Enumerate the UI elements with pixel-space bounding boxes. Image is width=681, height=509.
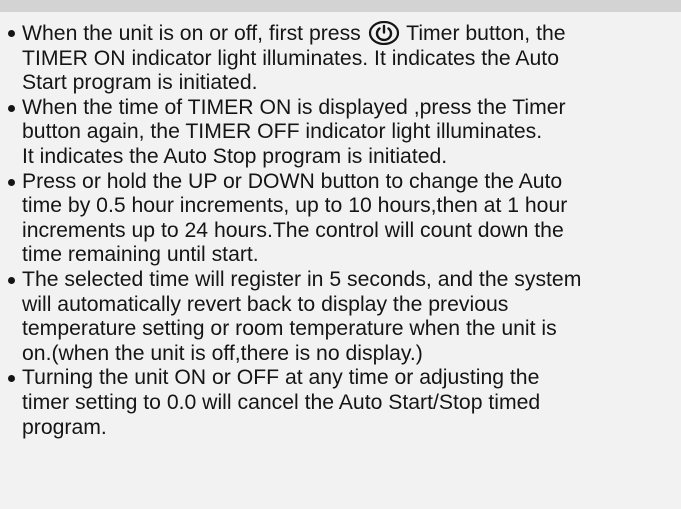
bullet-icon xyxy=(8,178,15,186)
instruction-line: increments up to 24 hours.The control wi… xyxy=(22,218,564,242)
instruction-list: When the unit is on or off, first press … xyxy=(8,21,678,440)
instruction-line: TIMER ON indicator light illuminates. It… xyxy=(22,46,559,70)
instruction-line: The selected time will register in 5 sec… xyxy=(22,267,582,291)
instruction-line: time remaining until start. xyxy=(22,243,259,267)
top-divider-bar xyxy=(0,0,681,12)
bullet-icon xyxy=(8,375,15,383)
timer-icon xyxy=(368,21,400,45)
bullet-icon xyxy=(8,104,15,112)
instruction-line: will automatically revert back to displa… xyxy=(22,292,509,316)
instruction-line: When the time of TIMER ON is displayed ,… xyxy=(22,95,566,119)
instruction-line: time by 0.5 hour increments, up to 10 ho… xyxy=(22,194,568,218)
instruction-line: Start program is initiated. xyxy=(22,71,258,95)
instructions-panel: When the unit is on or off, first press … xyxy=(0,12,681,509)
instruction-item-2: When the time of TIMER ON is displayed ,… xyxy=(8,96,678,170)
instruction-text: Timer button, the xyxy=(400,22,566,45)
instruction-line: timer setting to 0.0 will cancel the Aut… xyxy=(22,390,541,414)
instruction-line: When the unit is on or off, first press … xyxy=(22,21,678,47)
instruction-item-1: When the unit is on or off, first press … xyxy=(8,21,678,96)
instruction-line: program. xyxy=(22,415,107,439)
instruction-line: on.(when the unit is off,there is no dis… xyxy=(22,341,423,365)
instruction-line: button again, the TIMER OFF indicator li… xyxy=(22,120,543,144)
instruction-line: It indicates the Auto Stop program is in… xyxy=(22,144,448,168)
bullet-icon xyxy=(8,276,15,284)
bullet-icon xyxy=(8,30,15,37)
instruction-line: Turning the unit ON or OFF at any time o… xyxy=(22,366,540,390)
instruction-item-3: Press or hold the UP or DOWN button to c… xyxy=(8,170,678,268)
instruction-line: Press or hold the UP or DOWN button to c… xyxy=(22,169,563,193)
instruction-line: temperature setting or room temperature … xyxy=(22,317,557,341)
instruction-item-5: Turning the unit ON or OFF at any time o… xyxy=(8,366,678,440)
instruction-text: When the unit is on or off, first press xyxy=(22,22,367,45)
instruction-item-4: The selected time will register in 5 sec… xyxy=(8,268,678,366)
